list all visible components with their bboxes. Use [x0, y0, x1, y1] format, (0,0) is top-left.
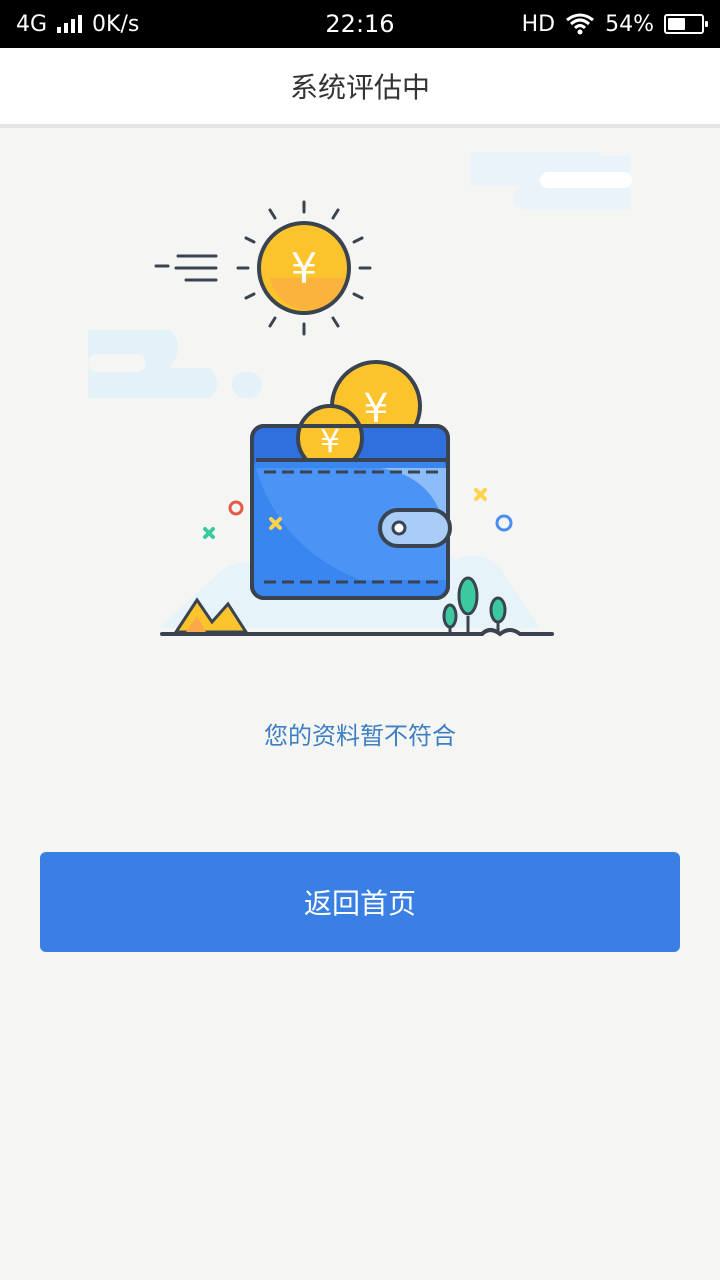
return-home-button[interactable]: 返回首页 — [40, 852, 680, 952]
status-bar: 4G 0K/s 22:16 HD 54% — [0, 0, 720, 48]
battery-icon — [664, 14, 708, 34]
status-left: 4G 0K/s — [16, 12, 139, 37]
svg-text:¥: ¥ — [291, 244, 318, 293]
status-message: 您的资料暂不符合 — [264, 722, 456, 750]
network-speed: 0K/s — [92, 11, 140, 37]
signal-icon — [57, 15, 83, 33]
wallet-illustration: ¥ ¥ ¥ — [88, 152, 632, 637]
status-right: HD 54% — [521, 11, 708, 37]
cloud-icon — [88, 330, 262, 398]
hd-label: HD — [521, 11, 556, 37]
page-title: 系统评估中 — [289, 71, 430, 104]
header: 系统评估中 — [0, 48, 720, 128]
sun-coin-icon: ¥ — [154, 200, 372, 336]
network-type: 4G — [16, 11, 48, 37]
wallet-icon: ¥ — [250, 404, 452, 600]
battery-level — [668, 18, 685, 30]
wifi-icon — [566, 13, 595, 35]
cloud-icon — [470, 152, 632, 210]
battery-percent: 54% — [605, 11, 654, 37]
